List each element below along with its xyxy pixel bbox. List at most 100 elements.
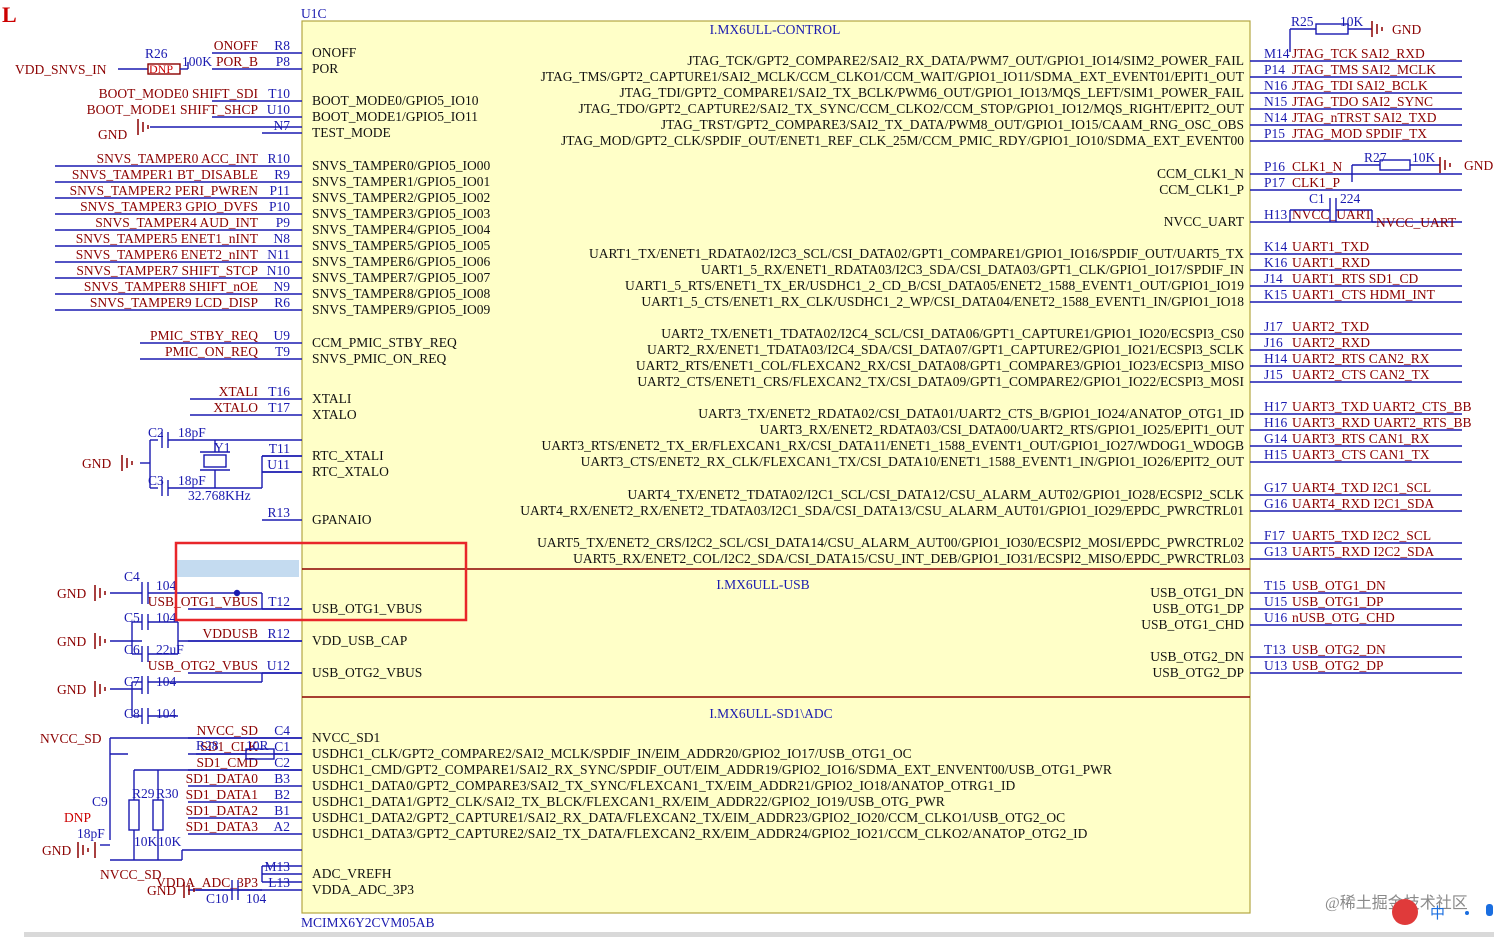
pin-number-h14: H14: [1264, 351, 1287, 366]
pin-name-k15: UART1_5_CTS/ENET1_RX_CLK/USDHC1_2_WP/CSI…: [641, 294, 1244, 309]
pin-number-g13: G13: [1264, 544, 1287, 559]
net-label-n15[interactable]: JTAG_TDO SAI2_SYNC: [1292, 94, 1433, 109]
net-label-p11[interactable]: SNVS_TAMPER2 PERI_PWREN: [70, 183, 259, 198]
pin-name-p14: JTAG_TMS/GPT2_CAPTURE1/SAI2_MCLK/CCM_CLK…: [541, 69, 1245, 84]
net-label-k15[interactable]: UART1_CTS HDMI_INT: [1292, 287, 1436, 302]
net-label-n14[interactable]: JTAG_nTRST SAI2_TXD: [1292, 110, 1437, 125]
net-label-p8[interactable]: POR_B: [216, 54, 258, 69]
r27-value: 10K: [1412, 150, 1436, 165]
net-label-u16[interactable]: nUSB_OTG_CHD: [1292, 610, 1395, 625]
net-label-n10[interactable]: SNVS_TAMPER7 SHIFT_STCP: [76, 263, 258, 278]
net-label-g14[interactable]: UART3_RTS CAN1_RX: [1292, 431, 1430, 446]
pin-name-t11: RTC_XTALI: [312, 448, 384, 463]
net-label-n11[interactable]: SNVS_TAMPER6 ENET2_nINT: [76, 247, 259, 262]
net-label-f17[interactable]: UART5_TXD I2C2_SCL: [1292, 528, 1431, 543]
net-label-r8[interactable]: ONOFF: [214, 38, 259, 53]
pin-name-h16: UART3_RX/ENET2_RDATA03/CSI_DATA00/UART2_…: [760, 422, 1245, 437]
pin-name-t12: USB_OTG1_VBUS: [312, 601, 422, 616]
net-label-g16[interactable]: UART4_RXD I2C1_SDA: [1292, 496, 1434, 511]
bottom-scrollbar[interactable]: [24, 932, 1494, 937]
net-label-m14[interactable]: JTAG_TCK SAI2_RXD: [1292, 46, 1425, 61]
pin-name-n15: JTAG_TDO/GPT2_CAPTURE2/SAI2_TX_SYNC/CCM_…: [579, 101, 1245, 116]
pin-name-b3: USDHC1_DATA0/GPT2_COMPARE3/SAI2_TX_SYNC/…: [312, 778, 1015, 793]
pin-number-r13: R13: [267, 505, 290, 520]
net-label-j17[interactable]: UART2_TXD: [1292, 319, 1369, 334]
net-label-t10[interactable]: BOOT_MODE0 SHIFT_SDI: [99, 86, 259, 101]
net-label-j14[interactable]: UART1_RTS SD1_CD: [1292, 271, 1419, 286]
net-label-p10[interactable]: SNVS_TAMPER3 GPIO_DVFS: [80, 199, 258, 214]
net-label-u10[interactable]: BOOT_MODE1 SHIFT_SHCP: [87, 102, 258, 117]
net-label-h16[interactable]: UART3_RXD UART2_RTS_BB: [1292, 415, 1471, 430]
net-label-p14[interactable]: JTAG_TMS SAI2_MCLK: [1292, 62, 1436, 77]
pin-number-n15: N15: [1264, 94, 1287, 109]
net-label-u12[interactable]: USB_OTG2_VBUS: [148, 658, 258, 673]
pin-number-u13: U13: [1264, 658, 1287, 673]
net-label-r10[interactable]: SNVS_TAMPER0 ACC_INT: [97, 151, 259, 166]
net-label-k16[interactable]: UART1_RXD: [1292, 255, 1370, 270]
net-label-b2[interactable]: SD1_DATA1: [186, 787, 258, 802]
net-label-g13[interactable]: UART5_RXD I2C2_SDA: [1292, 544, 1434, 559]
net-label-j15[interactable]: UART2_CTS CAN2_TX: [1292, 367, 1430, 382]
net-label-n8[interactable]: SNVS_TAMPER5 ENET1_nINT: [76, 231, 259, 246]
pin-name-n8: SNVS_TAMPER5/GPIO5_IO05: [312, 238, 490, 253]
net-label-c4[interactable]: NVCC_SD: [196, 723, 258, 738]
net-label-p9[interactable]: SNVS_TAMPER4 AUD_INT: [95, 215, 259, 230]
net-label-t13[interactable]: USB_OTG2_DN: [1292, 642, 1386, 657]
net-label-u13[interactable]: USB_OTG2_DP: [1292, 658, 1384, 673]
pin-number-n7: N7: [274, 118, 291, 133]
pin-name-c1: USDHC1_CLK/GPT2_COMPARE2/SAI2_MCLK/SPDIF…: [312, 746, 912, 761]
net-label-h17[interactable]: UART3_TXD UART2_CTS_BB: [1292, 399, 1472, 414]
pin-number-p10: P10: [269, 199, 290, 214]
net-label-g17[interactable]: UART4_TXD I2C1_SCL: [1292, 480, 1431, 495]
net-label-u15[interactable]: USB_OTG1_DP: [1292, 594, 1384, 609]
pin-number-a2: A2: [274, 819, 291, 834]
net-label-b1[interactable]: SD1_DATA2: [186, 803, 258, 818]
pin-number-n9: N9: [274, 279, 291, 294]
y1-value: 32.768KHz: [188, 488, 251, 503]
net-label-j16[interactable]: UART2_RXD: [1292, 335, 1370, 350]
microphone-icon: [1486, 904, 1493, 916]
pin-number-h15: H15: [1264, 447, 1287, 462]
c8-value: 104: [156, 706, 177, 721]
net-label-h15[interactable]: UART3_CTS CAN1_TX: [1292, 447, 1430, 462]
net-label-h14[interactable]: UART2_RTS CAN2_RX: [1292, 351, 1430, 366]
net-label-p16[interactable]: CLK1_N: [1292, 159, 1343, 174]
net-label-h13[interactable]: NVCC_UART: [1292, 207, 1373, 222]
pin-number-r6: R6: [274, 295, 290, 310]
net-label-k14[interactable]: UART1_TXD: [1292, 239, 1369, 254]
pin-number-t12: T12: [268, 594, 290, 609]
net-label-n9[interactable]: SNVS_TAMPER8 SHIFT_nOE: [84, 279, 258, 294]
part-designator: U1C: [301, 6, 327, 21]
pin-name-j17: UART2_TX/ENET1_TDATA02/I2C4_SCL/CSI_DATA…: [661, 326, 1244, 341]
net-label-b3[interactable]: SD1_DATA0: [186, 771, 259, 786]
pin-name-n14: JTAG_TRST/GPT2_COMPARE3/SAI2_TX_DATA/PWM…: [661, 117, 1244, 132]
net-label-a2[interactable]: SD1_DATA3: [186, 819, 259, 834]
pin-number-m14: M14: [1264, 46, 1290, 61]
pin-name-h13: NVCC_UART: [1164, 214, 1245, 229]
pin-number-r10: R10: [267, 151, 290, 166]
net-label-t15[interactable]: USB_OTG1_DN: [1292, 578, 1386, 593]
r26-dnp: DNP: [149, 62, 173, 76]
c9-ref: C9: [92, 794, 108, 809]
net-label-t17[interactable]: XTALO: [213, 400, 258, 415]
pin-number-p17: P17: [1264, 175, 1285, 190]
net-label-c2[interactable]: SD1_CMD: [196, 755, 258, 770]
pin-number-k14: K14: [1264, 239, 1287, 254]
net-label-r6[interactable]: SNVS_TAMPER9 LCD_DISP: [90, 295, 258, 310]
pin-number-n10: N10: [267, 263, 290, 278]
net-label-t16[interactable]: XTALI: [219, 384, 259, 399]
schematic-canvas: L U1C I.MX6ULL-CONTROL I.MX6ULL-USB I.MX…: [0, 0, 1512, 937]
pin-name-u12: USB_OTG2_VBUS: [312, 665, 422, 680]
net-label-t9[interactable]: PMIC_ON_REQ: [165, 344, 258, 359]
net-label-p15[interactable]: JTAG_MOD SPDIF_TX: [1292, 126, 1427, 141]
net-label-p17[interactable]: CLK1_P: [1292, 175, 1340, 190]
c2-ref: C2: [148, 425, 164, 440]
pin-number-t13: T13: [1264, 642, 1286, 657]
net-label-t12[interactable]: USB_OTG1_VBUS: [148, 594, 258, 609]
net-label-r9[interactable]: SNVS_TAMPER1 BT_DISABLE: [72, 167, 258, 182]
net-label-r12[interactable]: VDDUSB: [202, 626, 258, 641]
gnd-label-r27: GND: [1464, 158, 1493, 173]
pin-number-b1: B1: [274, 803, 290, 818]
net-label-n16[interactable]: JTAG_TDI SAI2_BCLK: [1292, 78, 1428, 93]
net-label-u9[interactable]: PMIC_STBY_REQ: [150, 328, 258, 343]
